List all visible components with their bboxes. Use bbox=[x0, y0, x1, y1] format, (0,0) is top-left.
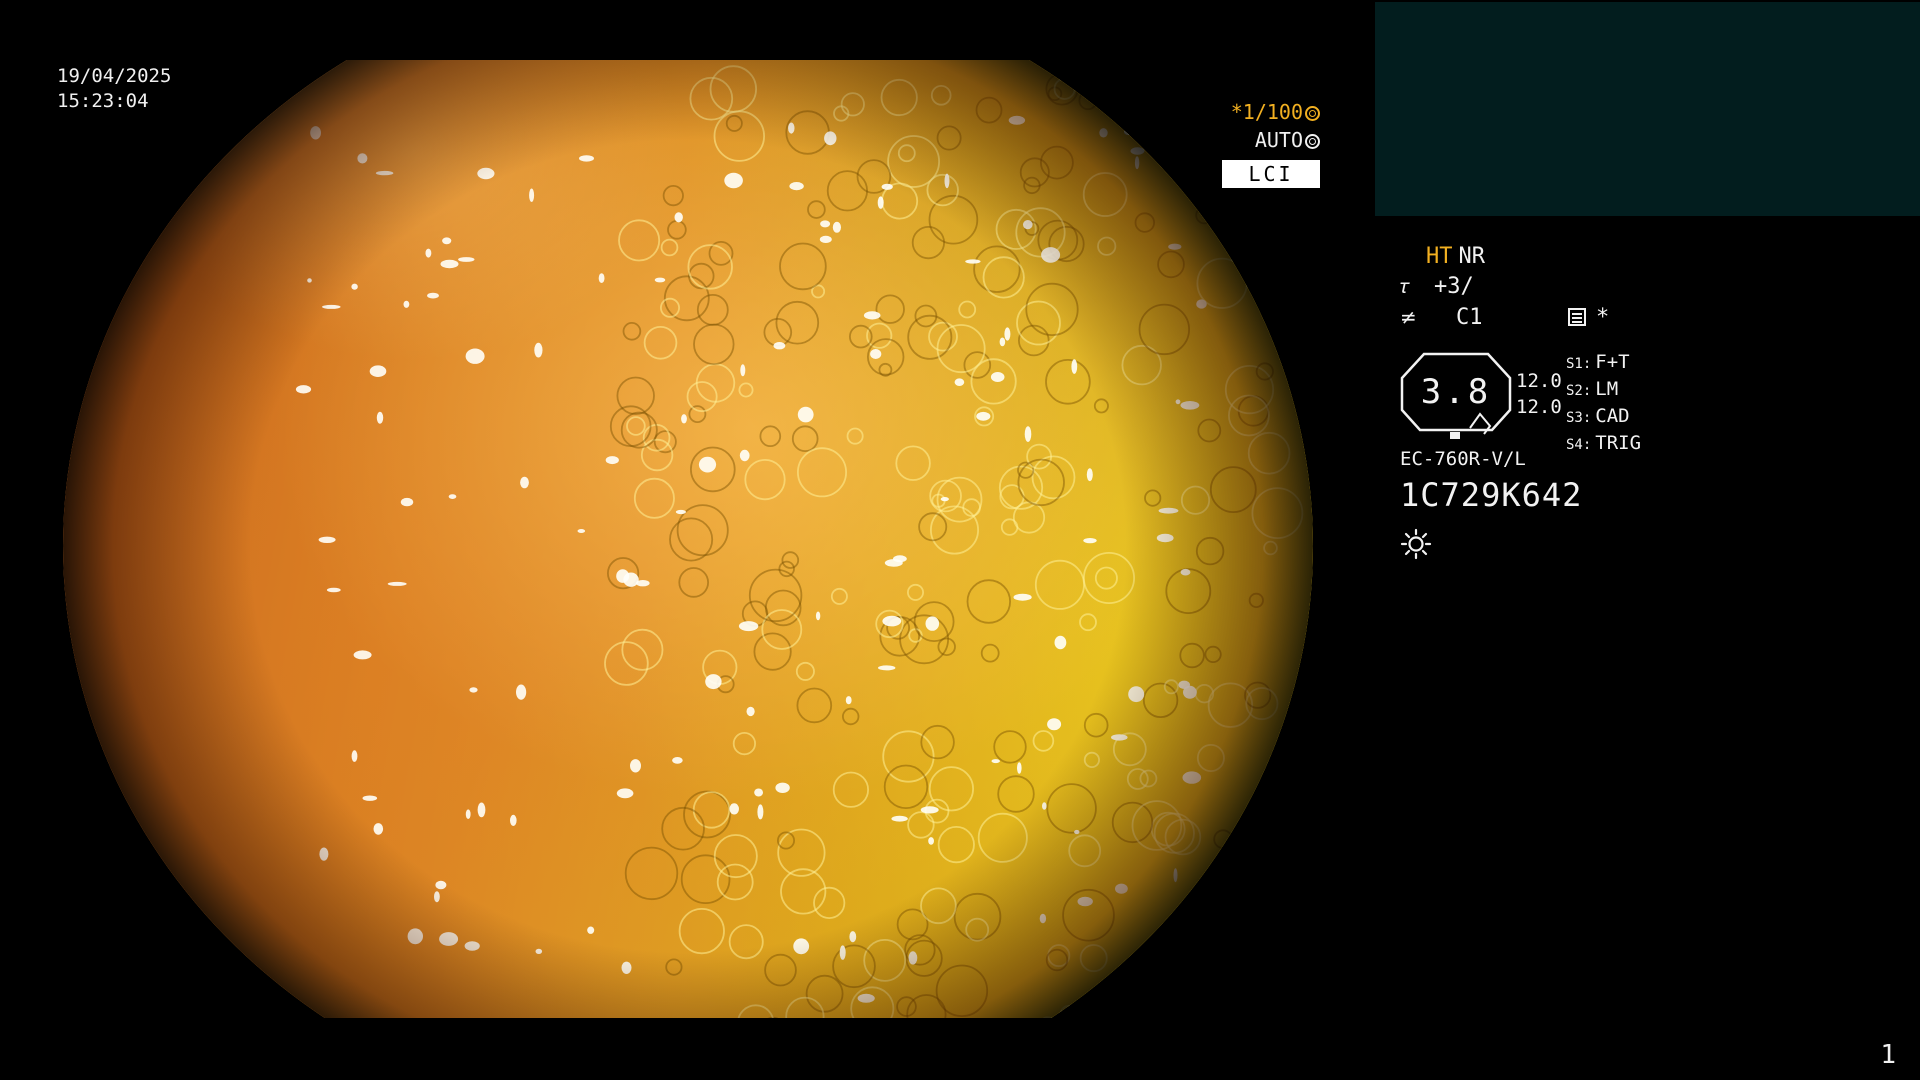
observation-mode-badge: LCI bbox=[1222, 160, 1320, 188]
switch-item: S4: TRIG bbox=[1566, 432, 1642, 454]
endoscopy-screen: 19/04/2025 15:23:04 *1/100 AUTO LCI HT NR… bbox=[0, 0, 1920, 1080]
datetime-readout: 19/04/2025 15:23:04 bbox=[57, 64, 171, 114]
processing-row: HT NR bbox=[1426, 244, 1485, 269]
endoscopic-view-frame bbox=[0, 60, 1360, 1018]
mucosa-bubbles bbox=[295, 65, 1304, 1018]
switch-item: S2: LM bbox=[1566, 378, 1619, 400]
color-value: C1 bbox=[1456, 305, 1483, 330]
zoom-value-2: 12.0 bbox=[1516, 396, 1562, 418]
color-row: ≠ C1 bbox=[1400, 305, 1483, 330]
memory-row: * bbox=[1568, 305, 1609, 330]
ht-label: HT bbox=[1426, 244, 1453, 269]
switch-item: S3: CAD bbox=[1566, 405, 1630, 427]
switch-item: S1: F+T bbox=[1566, 351, 1630, 373]
iris-text: AUTO bbox=[1254, 128, 1303, 152]
zoom-value: 3.8 bbox=[1420, 372, 1492, 412]
date-text: 19/04/2025 bbox=[57, 65, 172, 87]
light-icon bbox=[1400, 528, 1432, 560]
enhancement-icon: 𝜏 bbox=[1400, 274, 1410, 298]
enhancement-row: 𝜏 +3/ bbox=[1400, 274, 1474, 299]
endoscopic-image bbox=[63, 60, 1313, 1018]
memory-icon bbox=[1568, 308, 1586, 326]
zoom-indicator: 3.8 bbox=[1400, 352, 1512, 442]
zoom-value-1: 12.0 bbox=[1516, 370, 1562, 392]
enhancement-value: +3/ bbox=[1434, 274, 1474, 299]
scope-serial: 1C729K642 bbox=[1400, 476, 1583, 514]
iris-indicator: AUTO bbox=[1222, 126, 1320, 154]
status-panel: HT NR 𝜏 +3/ ≠ C1 * 3.8 12.0 12.0 S1: F+T S2:… bbox=[1400, 240, 1900, 570]
page-number: 1 bbox=[1880, 1040, 1896, 1070]
image-indicators: *1/100 AUTO LCI bbox=[1222, 98, 1320, 188]
time-text: 15:23:04 bbox=[57, 90, 149, 112]
scope-model: EC-760R-V/L bbox=[1400, 448, 1526, 470]
shutter-text: *1/100 bbox=[1230, 100, 1303, 124]
scope-switch-list: S1: F+T S2: LM S3: CAD S4: TRIG bbox=[1566, 350, 1641, 458]
shutter-icon bbox=[1305, 106, 1320, 121]
nr-label: NR bbox=[1458, 244, 1486, 269]
zoom-range-values: 12.0 12.0 bbox=[1516, 368, 1562, 420]
iris-icon bbox=[1305, 134, 1320, 149]
shutter-indicator: *1/100 bbox=[1222, 98, 1320, 126]
thumbnail-area bbox=[1375, 2, 1920, 216]
memory-value: * bbox=[1596, 305, 1610, 330]
color-icon: ≠ bbox=[1400, 305, 1417, 329]
